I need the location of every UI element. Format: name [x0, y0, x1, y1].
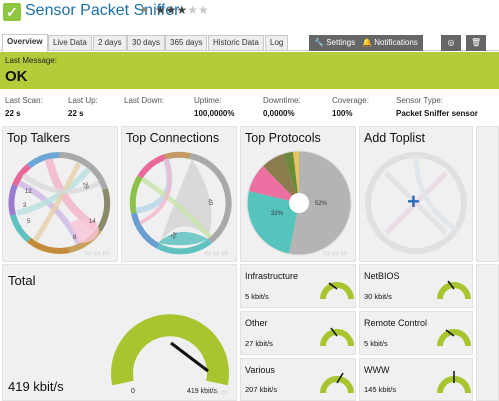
priority-stars-off: ★★: [187, 3, 209, 17]
stat-last-scan: Last Scan: 22 s: [5, 96, 43, 118]
status-ok-icon: ✓: [3, 3, 21, 21]
priority-stars-on: ★★★: [155, 3, 188, 17]
talker-label: 12: [25, 189, 32, 195]
stat-label: Downtime:: [263, 96, 301, 105]
channel-value: 5 kbit/s: [245, 292, 269, 301]
stat-label: Uptime:: [194, 96, 222, 105]
stat-last-up: Last Up: 22 s: [68, 96, 98, 118]
tab-30-days[interactable]: 30 days: [127, 35, 166, 51]
channel-name: Infrastructure: [245, 271, 299, 281]
total-gauge-panel[interactable]: Total 419 kbit/s 0 419 kbit/s ▭▭▭: [2, 264, 237, 401]
channel-value: 145 kbit/s: [364, 385, 397, 394]
delete-button[interactable]: 🗑: [466, 35, 486, 51]
stat-value: Packet Sniffer sensor: [396, 109, 478, 118]
tab-settings[interactable]: 🔧 Settings: [309, 35, 361, 51]
channel-gauge: [320, 327, 354, 347]
stat-value: 22 s: [68, 109, 84, 118]
top-talkers-chord: 29 14 8 5 3 12: [8, 151, 111, 254]
stat-coverage: Coverage: 100%: [332, 96, 369, 118]
panel-tool-icons[interactable]: ▭▭▭: [85, 249, 111, 257]
tab-settings-label: Settings: [326, 38, 356, 47]
tab-overview[interactable]: Overview: [2, 34, 48, 52]
tab-2-days[interactable]: 2 days: [93, 35, 127, 51]
priority-stars[interactable]: ★★★★★: [155, 3, 209, 17]
gauge-min-label: 0: [131, 388, 135, 395]
sensor-stats: Last Scan: 22 s Last Up: 22 s Last Down: U…: [0, 92, 499, 122]
tab-log[interactable]: Log: [265, 35, 289, 51]
stat-value: 100,0000%: [194, 109, 235, 118]
tab-historic-data[interactable]: Historic Data: [208, 35, 264, 51]
channel-name: WWW: [364, 365, 390, 375]
last-message-value: OK: [5, 68, 28, 85]
panel-tool-icons[interactable]: ▭▭▭: [204, 249, 230, 257]
stat-label: Last Up:: [68, 96, 98, 105]
channel-other[interactable]: Other 27 kbit/s: [240, 311, 356, 355]
panel-tool-icons[interactable]: ▭▭▭: [323, 249, 349, 257]
add-toplist-panel[interactable]: Add Toplist +: [359, 126, 473, 262]
channel-various[interactable]: Various 207 kbit/s: [240, 358, 356, 401]
top-protocols-panel[interactable]: Top Protocols 32% 52% ▭▭▭: [240, 126, 356, 262]
channel-gauge: [320, 282, 354, 300]
add-toplist-icon[interactable]: +: [407, 191, 420, 213]
stat-label: Sensor Type:: [396, 96, 443, 105]
channel-gauge: [320, 372, 354, 394]
top-connections-panel[interactable]: Top Connections 40 24 ▭▭▭: [121, 126, 237, 262]
channel-remote-control[interactable]: Remote Control 5 kbit/s: [359, 311, 473, 355]
stat-sensor-type: Sensor Type: Packet Sniffer sensor: [396, 96, 478, 118]
talker-label: 14: [89, 219, 96, 225]
tab-notifications[interactable]: 🔔 Notifications: [357, 35, 423, 51]
tab-365-days[interactable]: 365 days: [165, 35, 208, 51]
page: ✓ Sensor Packet Sniffer ⚑ ★★★★★ Overview…: [0, 0, 499, 401]
panel-tool-icons[interactable]: ▭▭▭: [204, 388, 230, 396]
stat-downtime: Downtime: 0,0000%: [263, 96, 301, 118]
channel-value: 27 kbit/s: [245, 339, 273, 348]
last-message-banner: Last Message: OK: [0, 52, 499, 89]
tab-live-data[interactable]: Live Data: [48, 35, 92, 51]
tab-notifications-label: Notifications: [374, 38, 418, 47]
channel-gauge: [437, 371, 471, 394]
overflow-panel: [476, 126, 499, 262]
channel-www[interactable]: WWW 145 kbit/s: [359, 358, 473, 401]
talker-label: 5: [27, 219, 31, 225]
overflow-panel: [476, 264, 499, 401]
tab-bar: Overview Live Data 2 days 30 days 365 da…: [0, 31, 499, 52]
stat-value: 0,0000%: [263, 109, 295, 118]
channel-name: NetBIOS: [364, 271, 400, 281]
channel-value: 5 kbit/s: [364, 339, 388, 348]
stat-value: 100%: [332, 109, 353, 118]
total-gauge: 0 419 kbit/s: [111, 314, 229, 395]
protocol-label: 32%: [271, 211, 284, 217]
connection-label: 40: [206, 198, 213, 206]
circle-button[interactable]: ◎: [441, 35, 461, 51]
sensor-header: ✓ Sensor Packet Sniffer ⚑ ★★★★★: [0, 0, 499, 28]
stat-label: Last Down:: [124, 96, 165, 105]
channel-value: 30 kbit/s: [364, 292, 392, 301]
protocol-label: 52%: [315, 201, 328, 207]
last-message-label: Last Message:: [5, 56, 58, 65]
channel-infrastructure[interactable]: Infrastructure 5 kbit/s: [240, 264, 356, 308]
channel-gauge: [437, 280, 471, 300]
flag-icon[interactable]: ⚑: [140, 6, 149, 17]
top-connections-chord: 40 24: [129, 151, 232, 255]
stat-uptime: Uptime: 100,0000%: [194, 96, 234, 118]
wrench-icon: 🔧: [314, 38, 324, 47]
stat-label: Last Scan:: [5, 96, 43, 105]
stat-value: 22 s: [5, 109, 21, 118]
channel-gauge: [437, 329, 471, 347]
stat-label: Coverage:: [332, 96, 369, 105]
stat-last-down: Last Down:: [124, 96, 164, 109]
top-protocols-pie: 32% 52%: [246, 150, 352, 256]
channel-name: Remote Control: [364, 318, 428, 328]
channel-value: 207 kbit/s: [245, 385, 278, 394]
top-talkers-panel[interactable]: Top Talkers 29 14 8 5 3 12 ▭▭▭: [2, 126, 118, 262]
target-icon: ◎: [447, 38, 455, 47]
trash-icon: 🗑: [471, 38, 482, 47]
bell-icon: 🔔: [362, 38, 372, 47]
channel-name: Other: [245, 318, 268, 328]
channel-name: Various: [245, 365, 275, 375]
channel-netbios[interactable]: NetBIOS 30 kbit/s: [359, 264, 473, 308]
